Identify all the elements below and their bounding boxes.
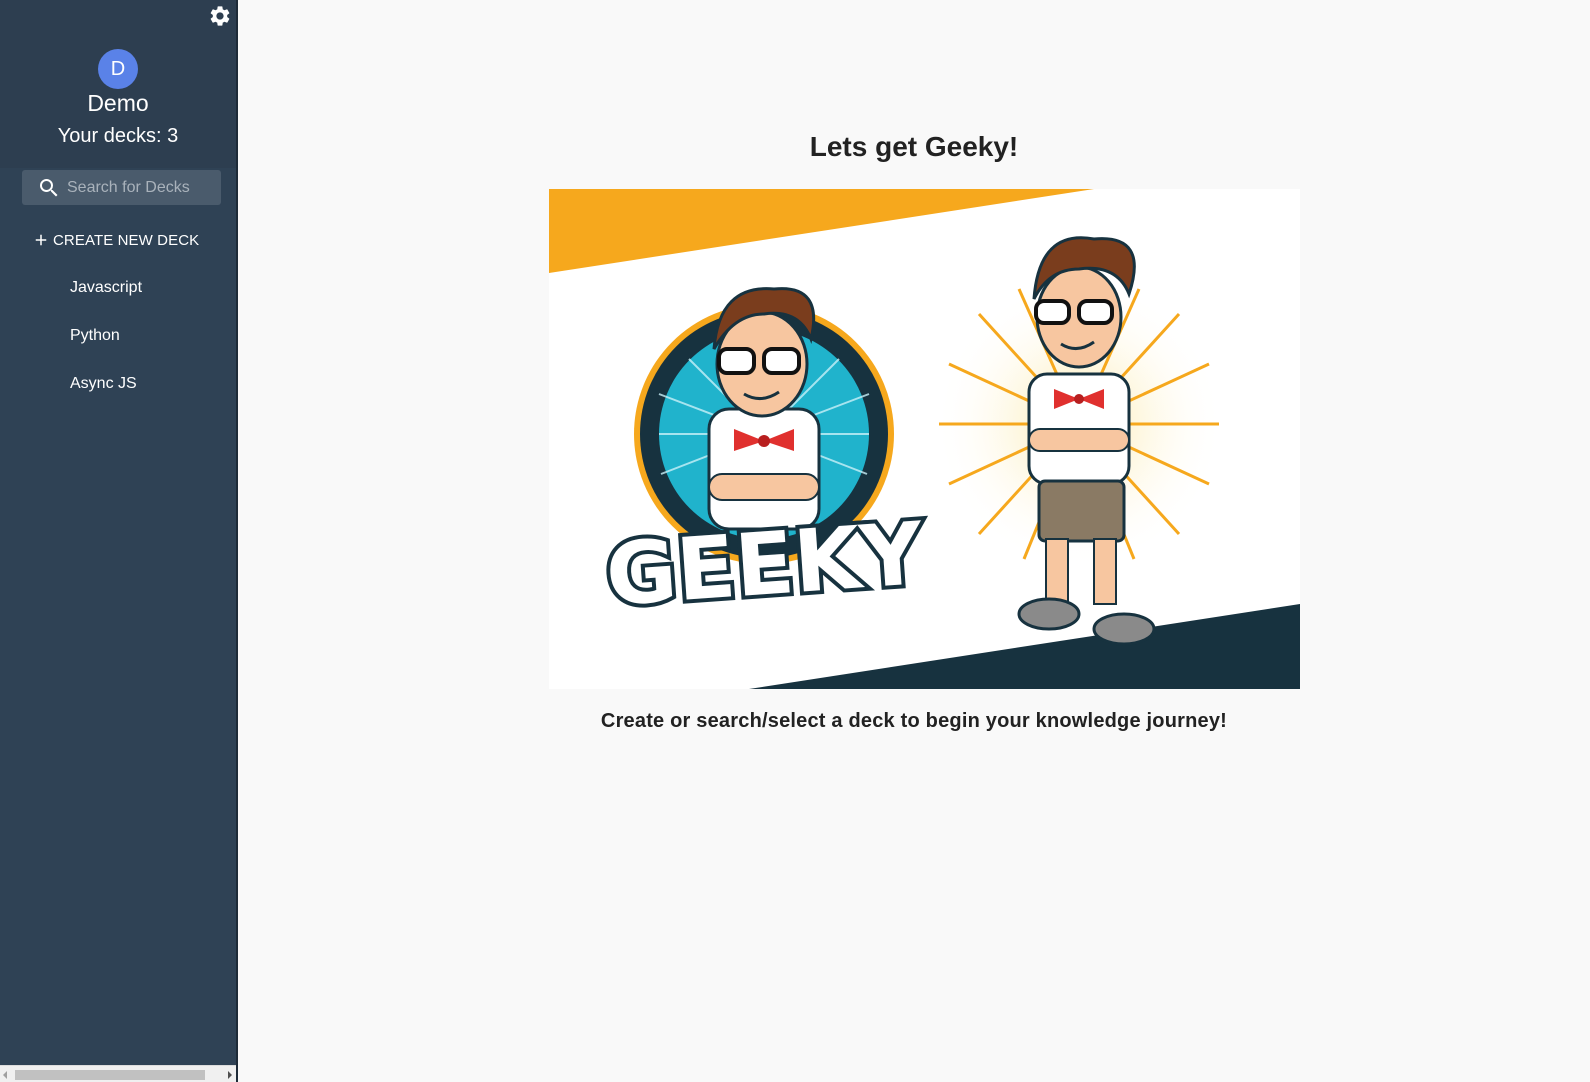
sidebar-header: D Demo Your decks: 3 bbox=[0, 0, 238, 168]
deck-count: Your decks: 3 bbox=[57, 125, 179, 147]
geeky-mascot-illustration: GEEKY bbox=[549, 189, 1300, 689]
geeky-logo-text: GEEKY bbox=[603, 504, 928, 626]
horizontal-scrollbar[interactable] bbox=[0, 1065, 236, 1082]
create-new-deck-button[interactable]: CREATE NEW DECK bbox=[32, 229, 199, 251]
gear-icon[interactable] bbox=[208, 4, 232, 28]
page-subtitle: Create or search/select a deck to begin … bbox=[600, 710, 1228, 732]
deck-item-python[interactable]: Python bbox=[0, 316, 236, 364]
username: Demo bbox=[87, 90, 149, 116]
scrollbar-thumb[interactable] bbox=[15, 1070, 205, 1080]
deck-item-javascript[interactable]: Javascript bbox=[0, 268, 236, 316]
deck-list: Javascript Python Async JS bbox=[0, 268, 236, 412]
plus-icon bbox=[35, 234, 47, 246]
geeky-hero-image: GEEKY bbox=[549, 189, 1300, 689]
page-title: Lets get Geeky! bbox=[809, 131, 1019, 162]
avatar: D bbox=[98, 49, 138, 89]
create-new-deck-label: CREATE NEW DECK bbox=[53, 231, 200, 249]
scroll-left-arrow-icon[interactable] bbox=[3, 1071, 7, 1079]
scroll-right-arrow-icon[interactable] bbox=[228, 1071, 232, 1079]
deck-item-async-js[interactable]: Async JS bbox=[0, 364, 236, 412]
sidebar: D Demo Your decks: 3 CREATE NEW DECK Jav… bbox=[0, 0, 238, 1082]
main-content: Lets get Geeky! GEEKY Create or search/s… bbox=[238, 0, 1590, 1082]
search-box bbox=[22, 170, 221, 205]
search-input[interactable] bbox=[67, 178, 217, 197]
search-icon bbox=[40, 178, 58, 196]
